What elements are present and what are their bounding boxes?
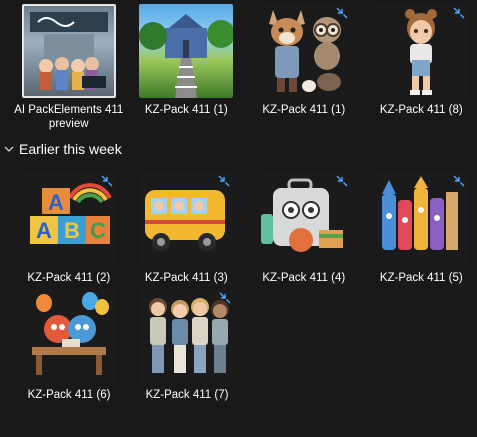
thumbnail-girl <box>374 4 469 98</box>
file-grid-week-continued: KZ-Pack 411 (6) KZ-Pack 411 (7) <box>10 285 477 402</box>
svg-text:A: A <box>48 190 64 215</box>
thumbnail-desk <box>22 289 116 383</box>
arrows-in-icon <box>453 175 465 187</box>
file-tile-crayons[interactable]: KZ-Pack 411 (5) <box>363 168 477 285</box>
file-tile-bus[interactable]: KZ-Pack 411 (3) <box>128 168 246 285</box>
file-label: KZ-Pack 411 (1) <box>262 104 346 116</box>
arrows-in-icon <box>336 175 348 187</box>
file-grid-week: A A B C KZ-Pack 411 (2) KZ-Pack 411 (3) … <box>10 168 477 285</box>
chevron-down-icon[interactable] <box>2 142 16 156</box>
file-label: KZ-Pack 411 (2) <box>27 272 111 284</box>
file-label: KZ-Pack 411 (5) <box>379 272 463 284</box>
thumbnail-blocks: A A B C <box>21 172 116 266</box>
thumbnail-kids <box>140 289 234 383</box>
arrows-in-icon <box>336 7 348 19</box>
arrows-in-icon <box>101 175 113 187</box>
file-grid-top: AI PackElements 411 preview KZ-Pack 411 … <box>10 0 477 131</box>
file-tile-girl[interactable]: KZ-Pack 411 (8) <box>363 0 477 131</box>
file-label: KZ-Pack 411 (3) <box>144 272 228 284</box>
file-label: KZ-Pack 411 (7) <box>145 389 229 401</box>
thumbnail-bus <box>139 172 234 266</box>
file-tile-desk[interactable]: KZ-Pack 411 (6) <box>10 285 128 402</box>
arrows-in-icon <box>218 175 230 187</box>
svg-text:C: C <box>90 218 106 243</box>
arrows-in-icon <box>219 292 231 304</box>
file-tile-lunchbox[interactable]: KZ-Pack 411 (4) <box>245 168 363 285</box>
arrows-in-icon <box>453 7 465 19</box>
group-header-earlier-this-week[interactable]: Earlier this week <box>2 139 122 159</box>
thumbnail-lunchbox <box>256 172 351 266</box>
school-image <box>139 14 234 98</box>
desk-image <box>32 292 109 375</box>
svg-text:B: B <box>64 218 80 243</box>
file-label: KZ-Pack 411 (6) <box>27 389 111 401</box>
thumbnail-preview <box>21 4 116 98</box>
thumbnail-school <box>139 4 234 98</box>
thumbnail-crayons <box>374 172 469 266</box>
preview-image <box>29 12 108 90</box>
thumbnail-animals <box>256 4 351 98</box>
file-tile-blocks[interactable]: A A B C KZ-Pack 411 (2) <box>10 168 128 285</box>
file-label: AI PackElements 411 preview <box>14 104 124 130</box>
file-label: KZ-Pack 411 (8) <box>379 104 463 116</box>
group-title: Earlier this week <box>19 141 122 157</box>
file-tile-animals[interactable]: KZ-Pack 411 (1) <box>245 0 363 131</box>
file-tile-school[interactable]: KZ-Pack 411 (1) <box>128 0 246 131</box>
file-tile-kids[interactable]: KZ-Pack 411 (7) <box>128 285 246 402</box>
file-tile-preview[interactable]: AI PackElements 411 preview <box>10 0 128 131</box>
file-label: KZ-Pack 411 (1) <box>144 104 228 116</box>
svg-text:A: A <box>36 218 52 243</box>
file-label: KZ-Pack 411 (4) <box>262 272 346 284</box>
